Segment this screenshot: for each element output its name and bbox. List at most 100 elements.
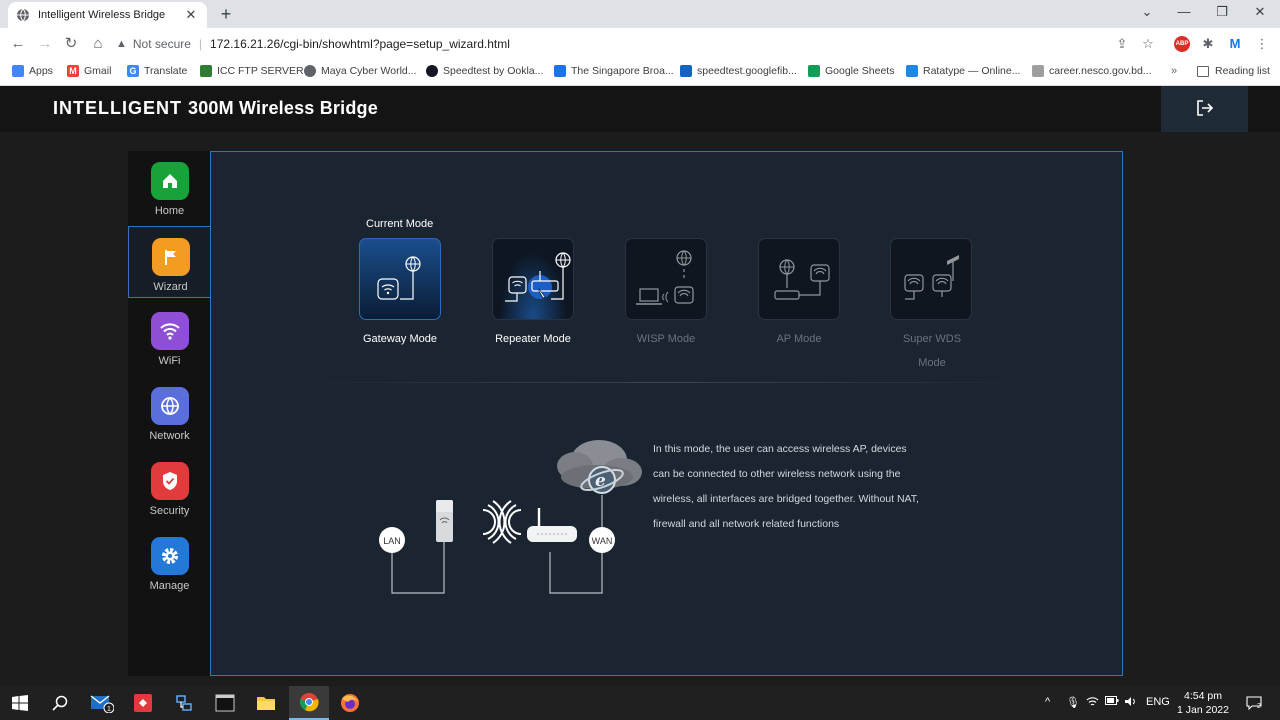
sidebar-item-manage[interactable]: Manage	[128, 526, 211, 598]
bookmark-speedtest[interactable]: Speedtest by Ookla...	[426, 65, 543, 77]
lan-label: LAN	[383, 536, 401, 546]
router-device-icon	[527, 508, 577, 542]
logout-button[interactable]	[1161, 86, 1248, 132]
folder-icon	[257, 697, 275, 710]
microphone-icon[interactable]: 🎙	[1066, 696, 1080, 709]
taskbar-anydesk[interactable]	[123, 686, 163, 720]
battery-icon[interactable]	[1105, 696, 1119, 708]
language-indicator[interactable]: ENG	[1146, 696, 1170, 708]
clock-date: 1 Jan 2022	[1177, 704, 1229, 716]
home-icon[interactable]: ⌂	[88, 34, 108, 54]
sidebar-label: Manage	[149, 580, 190, 592]
bookmark-sheets[interactable]: Google Sheets	[808, 65, 894, 77]
browser-tab[interactable]: Intelligent Wireless Bridge ✕	[8, 2, 207, 28]
taskbar-network-tool[interactable]	[164, 686, 204, 720]
extensions-icon[interactable]: ✱	[1200, 36, 1216, 52]
mode-ap[interactable]: AP Mode	[758, 238, 840, 351]
sidebar-item-home[interactable]: Home	[128, 151, 211, 223]
mode-repeater[interactable]: Repeater Mode	[492, 238, 574, 351]
svg-text:1: 1	[107, 706, 111, 713]
chrome-icon	[300, 693, 319, 712]
taskbar-firefox[interactable]	[330, 686, 370, 720]
sidebar-item-network[interactable]: Network	[128, 376, 211, 448]
sidebar-label: WiFi	[158, 355, 181, 367]
menu-icon[interactable]: ⋮	[1254, 36, 1270, 52]
wifi-tray-icon[interactable]	[1086, 696, 1099, 710]
windows-taskbar: 1 ^ 🎙 ENG 4:54 pm 1 Jan 2022 2	[0, 686, 1280, 720]
wisp-mode-icon	[625, 238, 707, 320]
url-text: 172.16.21.26/cgi-bin/showhtml?page=setup…	[210, 37, 510, 51]
maximize-button[interactable]: ❐	[1212, 4, 1232, 20]
page-icon	[1032, 65, 1044, 77]
anydesk-icon	[134, 694, 152, 712]
logout-icon	[1197, 100, 1214, 116]
globe-icon	[304, 65, 316, 77]
home-icon	[150, 162, 189, 200]
mode-wisp[interactable]: WISP Mode	[625, 238, 707, 351]
sidebar-item-security[interactable]: Security	[128, 451, 211, 523]
notification-icon[interactable]: 2	[1246, 696, 1262, 713]
mode-label: Repeater Mode	[495, 333, 571, 345]
mode-super-wds[interactable]: Super WDS Mode	[890, 238, 974, 375]
wan-label: WAN	[592, 536, 613, 546]
clock-time: 4:54 pm	[1184, 690, 1222, 702]
separator: |	[198, 37, 203, 51]
clock[interactable]: 4:54 pm 1 Jan 2022	[1172, 689, 1234, 717]
windows-icon	[12, 695, 28, 711]
sidebar-item-wifi[interactable]: WiFi	[128, 301, 211, 373]
browser-tab-bar: Intelligent Wireless Bridge ✕ + ⌄ — ❐ ✕	[0, 0, 1280, 28]
sidebar-item-wizard[interactable]: Wizard	[128, 226, 212, 298]
tab-title: Intelligent Wireless Bridge	[38, 9, 166, 21]
reload-icon[interactable]: ↻	[61, 34, 81, 54]
search-icon	[52, 695, 68, 711]
globe-icon	[17, 8, 29, 22]
mode-label: Gateway Mode	[363, 333, 437, 345]
close-icon[interactable]: ✕	[183, 7, 199, 23]
bookmark-translate[interactable]: G Translate	[127, 65, 187, 77]
bookmark-gmail[interactable]: M Gmail	[67, 65, 111, 77]
bookmark-maya[interactable]: Maya Cyber World...	[304, 65, 417, 77]
document-icon	[554, 65, 566, 77]
profile-icon[interactable]: M	[1227, 36, 1243, 52]
minimize-button[interactable]: —	[1174, 4, 1194, 19]
tab-search-icon[interactable]: ⌄	[1137, 4, 1157, 20]
taskbar-chrome[interactable]	[289, 686, 329, 720]
shield-icon	[150, 462, 189, 500]
sidebar-label: Wizard	[153, 281, 188, 293]
bookmark-googlefiber[interactable]: speedtest.googlefib...	[680, 65, 797, 77]
adblock-icon[interactable]: ABP	[1174, 36, 1190, 52]
close-window-button[interactable]: ✕	[1250, 4, 1270, 20]
address-input[interactable]: ▲ Not secure | 172.16.21.26/cgi-bin/show…	[116, 32, 1166, 56]
star-icon[interactable]: ☆	[1140, 36, 1156, 52]
share-icon[interactable]: ⇪	[1114, 36, 1130, 52]
volume-icon[interactable]	[1124, 696, 1137, 710]
reading-list-button[interactable]: Reading list	[1197, 65, 1270, 77]
bookmarks-bar: Apps M Gmail G Translate ICC FTP SERVER Ma…	[0, 60, 1280, 86]
super-wds-mode-icon	[890, 238, 972, 320]
svg-text:e: e	[595, 471, 606, 491]
bookmark-nesco[interactable]: career.nesco.gov.bd...	[1032, 65, 1152, 77]
back-arrow-icon[interactable]: ←	[8, 34, 28, 54]
terminal-icon	[215, 694, 235, 712]
bookmark-ratatype[interactable]: Ratatype — Online...	[906, 65, 1020, 77]
taskbar-terminal[interactable]	[205, 686, 245, 720]
router-header: INTELLIGENT 300M Wireless Bridge	[0, 86, 1280, 132]
taskbar-file-explorer[interactable]	[246, 686, 286, 720]
start-button[interactable]	[0, 686, 40, 720]
bookmark-apps[interactable]: Apps	[12, 65, 53, 77]
network-tool-icon	[176, 695, 192, 711]
new-tab-button[interactable]: +	[216, 4, 236, 24]
warning-icon: ▲	[116, 38, 127, 50]
chevron-right-icon[interactable]: »	[1171, 65, 1177, 77]
bookmark-singapore[interactable]: The Singapore Broa...	[554, 65, 674, 77]
bookmark-icc-ftp[interactable]: ICC FTP SERVER	[200, 65, 304, 77]
search-button[interactable]	[40, 686, 80, 720]
mode-gateway[interactable]: Gateway Mode	[359, 238, 441, 351]
taskbar-mail[interactable]: 1	[82, 686, 122, 720]
mode-description: In this mode, the user can access wirele…	[653, 443, 919, 530]
chevron-up-icon[interactable]: ^	[1045, 696, 1050, 708]
forward-arrow-icon[interactable]: →	[35, 34, 55, 54]
reading-list-icon	[1197, 65, 1209, 77]
ftp-icon	[200, 65, 212, 77]
firefox-icon	[341, 694, 359, 712]
